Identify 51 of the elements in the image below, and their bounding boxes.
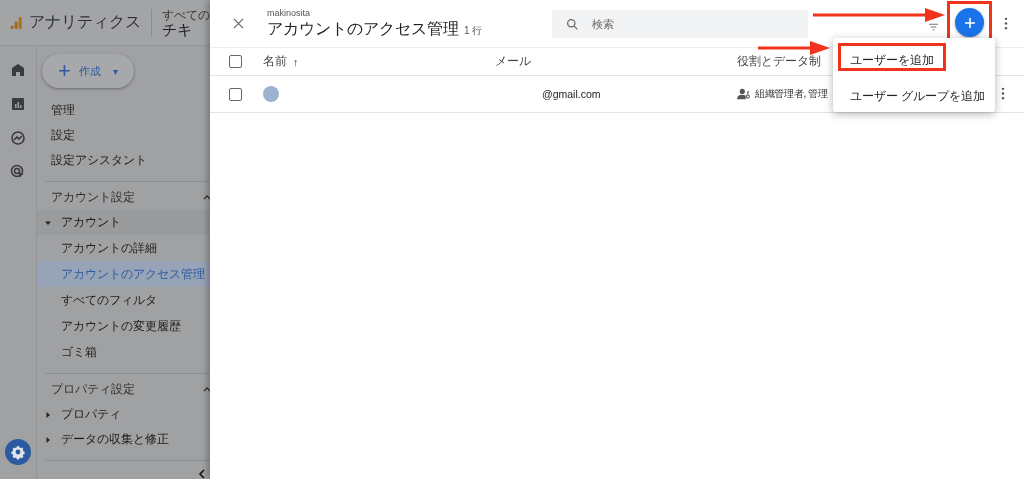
panel-title: アカウントのアクセス管理 xyxy=(267,20,459,37)
settings-icon[interactable] xyxy=(5,439,31,465)
avatar xyxy=(263,86,279,102)
column-header[interactable]: 役割とデータ制 xyxy=(737,53,821,70)
menu-item[interactable]: ユーザー グループを追加 xyxy=(838,79,998,107)
row-count: 1 行 xyxy=(464,25,483,36)
checkbox[interactable] xyxy=(229,87,242,101)
filter-icon[interactable] xyxy=(928,21,939,32)
plus-icon xyxy=(963,16,976,29)
search-icon xyxy=(566,17,580,31)
trend-circle-icon[interactable] xyxy=(10,130,26,146)
nav-item[interactable]: 設定アシスタント xyxy=(37,148,210,173)
app-name: アナリティクス xyxy=(29,12,142,32)
target-cursor-icon[interactable] xyxy=(10,164,26,180)
triangle-icon xyxy=(45,436,51,443)
nav-item[interactable]: すべてのフィルタ xyxy=(37,287,210,313)
nav-group-label: データの収集と修正 xyxy=(61,431,169,448)
nav-group[interactable]: データの収集と修正 xyxy=(37,427,210,452)
annotation-arrow xyxy=(758,41,830,55)
nav-group-label: アカウント xyxy=(61,214,121,231)
nav-item[interactable]: 管理 xyxy=(37,98,210,123)
menu-item[interactable]: ユーザーを追加 xyxy=(838,43,946,71)
table-cell: 組織管理者, 管理 xyxy=(755,87,828,101)
checkbox[interactable] xyxy=(229,55,242,68)
chevron-left-icon[interactable] xyxy=(197,469,207,479)
section-heading: プロパティ設定 xyxy=(51,380,135,398)
column-header[interactable]: メール xyxy=(495,53,531,70)
person-key-icon xyxy=(737,88,751,100)
nav-item[interactable]: アカウントの変更履歴 xyxy=(37,313,210,339)
triangle-icon xyxy=(45,219,51,226)
table-cell: @gmail.com xyxy=(542,88,601,100)
home-icon[interactable] xyxy=(10,62,26,78)
nav-group-label: プロパティ xyxy=(61,406,121,423)
add-button[interactable] xyxy=(955,8,984,37)
nav-item[interactable]: アカウントの詳細 xyxy=(37,235,210,261)
section-heading: アカウント設定 xyxy=(51,188,135,206)
close-icon[interactable] xyxy=(233,18,244,29)
bar-chart-icon[interactable] xyxy=(10,96,26,112)
search-field[interactable]: 検索 xyxy=(552,9,809,38)
sort-arrow[interactable]: ↑ xyxy=(293,55,299,68)
column-header[interactable]: 名前 xyxy=(263,53,287,70)
nav-group[interactable]: アカウント xyxy=(37,210,210,235)
nav-group[interactable]: プロパティ xyxy=(37,402,210,427)
breadcrumb[interactable]: すべての xyxy=(162,8,210,21)
more-icon[interactable] xyxy=(1001,87,1005,100)
more-icon[interactable] xyxy=(1004,17,1008,30)
account-name: makinosita xyxy=(267,8,312,18)
property-name[interactable]: チキ xyxy=(162,21,210,37)
nav-item[interactable]: ゴミ箱 xyxy=(37,339,210,365)
nav-item[interactable]: 設定 xyxy=(37,123,210,148)
triangle-icon xyxy=(45,411,51,418)
